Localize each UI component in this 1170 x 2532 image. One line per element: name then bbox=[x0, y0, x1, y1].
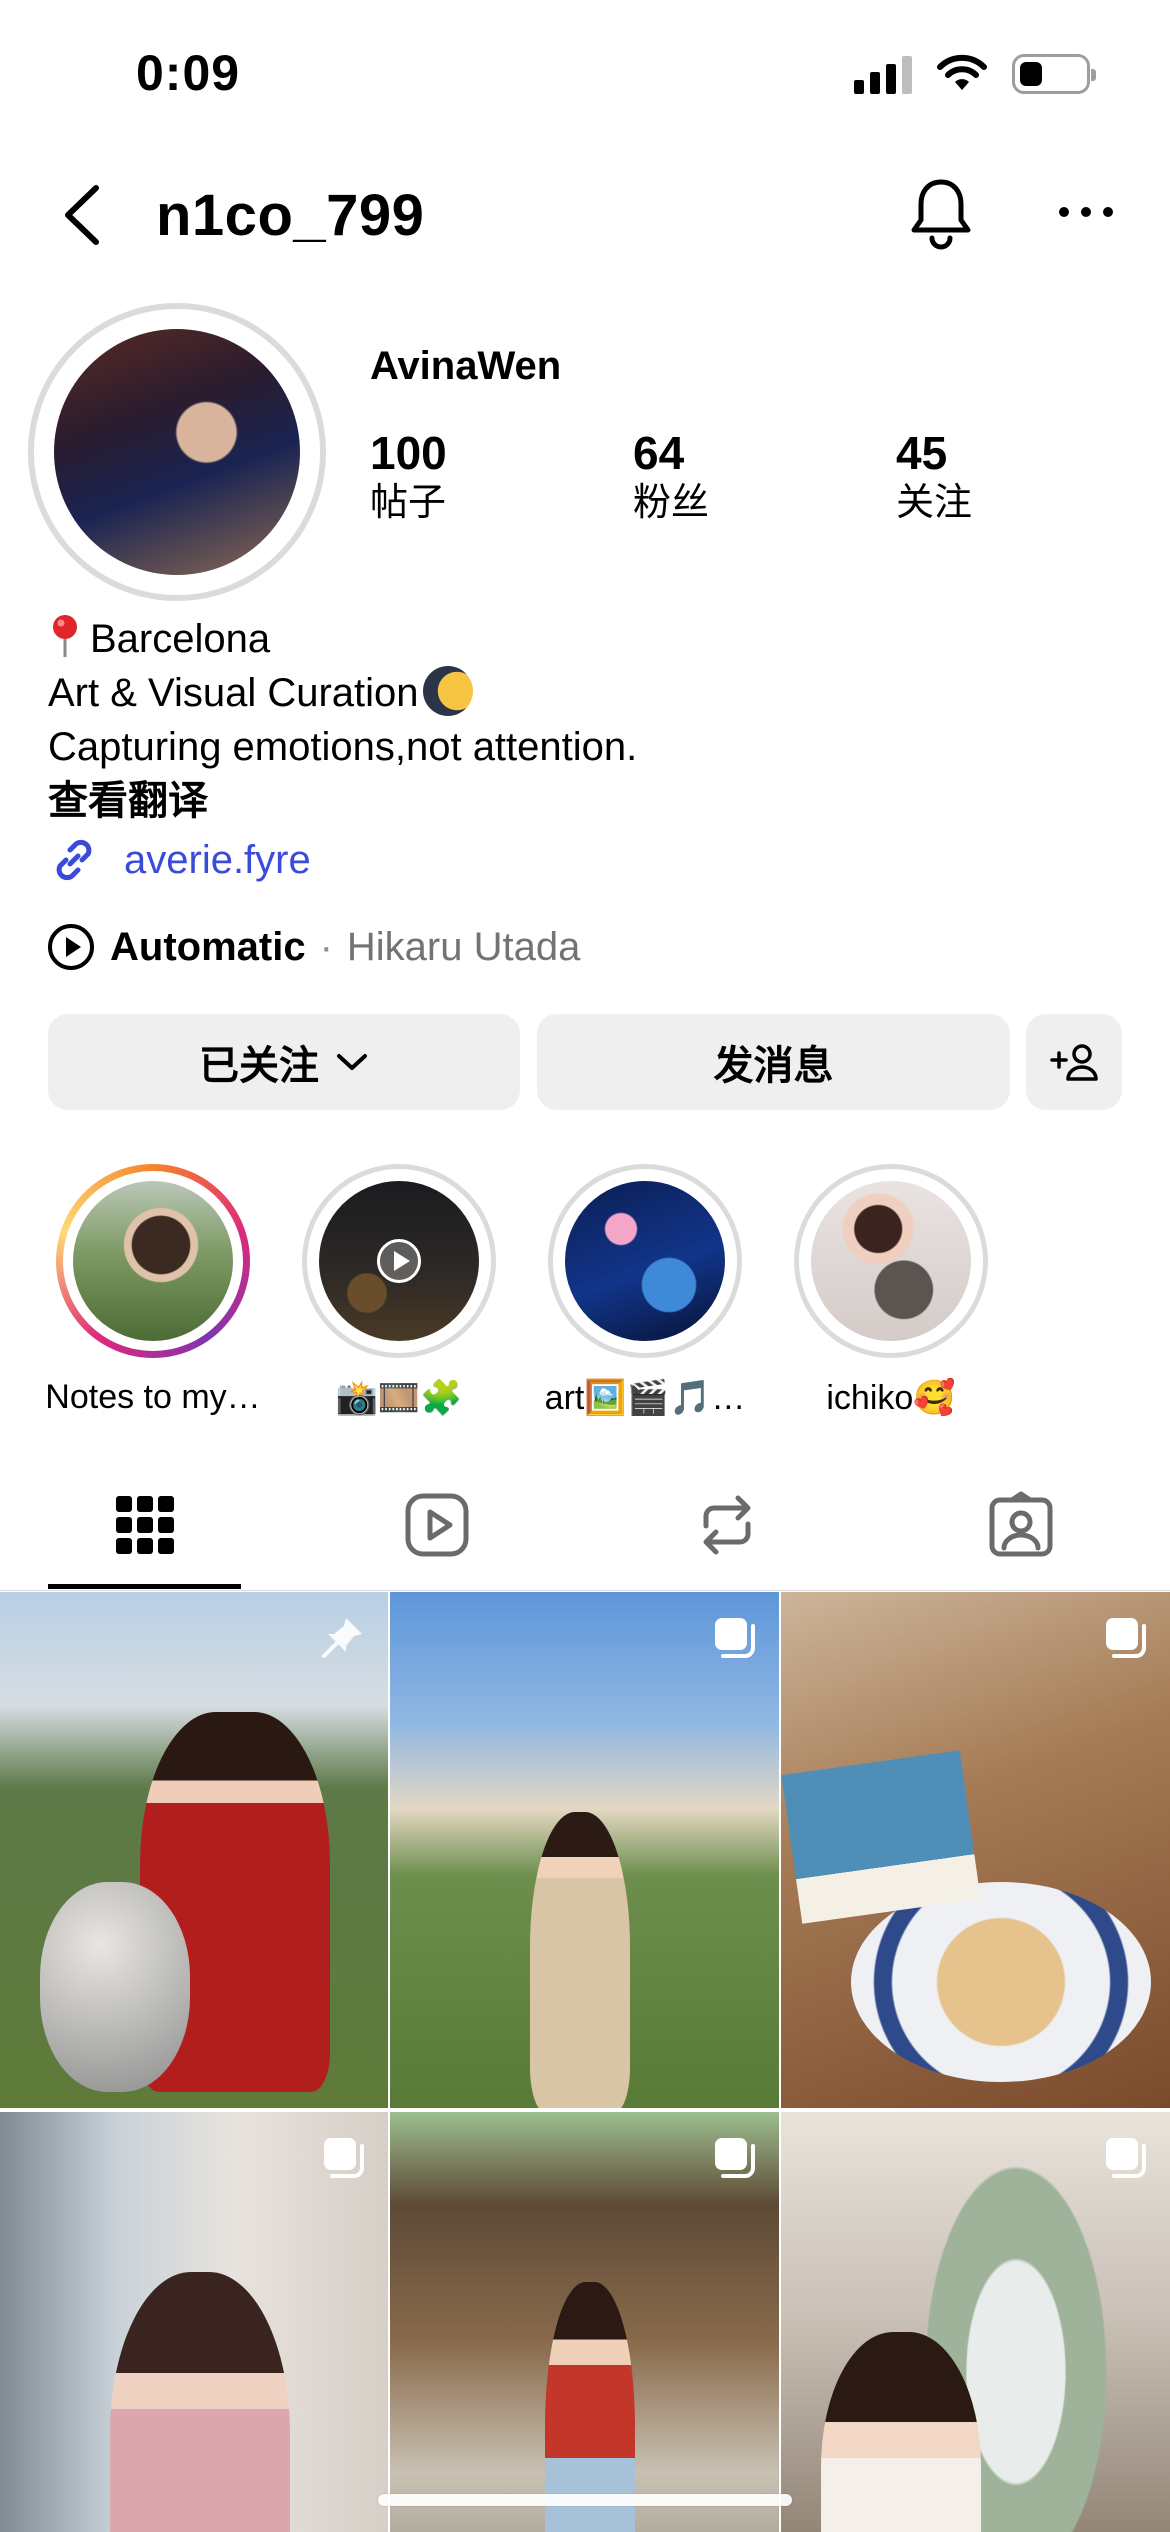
highlight-label: Notes to my… bbox=[45, 1378, 261, 1416]
highlight-item[interactable]: Notes to my… bbox=[30, 1164, 276, 1417]
play-circle-icon bbox=[48, 924, 94, 970]
highlight-cover bbox=[811, 1181, 971, 1341]
following-button[interactable]: 已关注 bbox=[48, 1014, 520, 1110]
repost-icon bbox=[703, 1495, 750, 1555]
wifi-icon bbox=[937, 54, 987, 90]
bio-line: Art & Visual Curation bbox=[48, 666, 637, 720]
profile-bio: Barcelona Art & Visual Curation Capturin… bbox=[48, 612, 637, 828]
profile-music[interactable]: Automatic · Hikaru Utada bbox=[46, 922, 580, 972]
posts-grid bbox=[0, 1592, 1170, 2532]
carousel-icon bbox=[1106, 2138, 1146, 2178]
cellular-signal-icon bbox=[854, 54, 912, 94]
stat-posts[interactable]: 100 帖子 bbox=[370, 428, 633, 528]
username-title: n1co_799 bbox=[156, 183, 425, 248]
highlight-ring bbox=[302, 1164, 496, 1358]
see-translation-link[interactable]: 查看翻译 bbox=[48, 774, 637, 828]
avatar-image bbox=[54, 329, 300, 575]
stat-label: 粉丝 bbox=[633, 481, 710, 524]
display-name: AvinaWen bbox=[370, 344, 562, 388]
pin-icon bbox=[322, 1618, 362, 1658]
profile-header: n1co_799 bbox=[0, 160, 1170, 270]
carousel-icon bbox=[715, 2138, 755, 2178]
crescent-moon-icon bbox=[422, 666, 473, 716]
post-thumbnail[interactable] bbox=[390, 2112, 779, 2532]
stat-value: 100 bbox=[370, 427, 447, 479]
post-thumbnail[interactable] bbox=[781, 2112, 1170, 2532]
play-icon bbox=[377, 1239, 421, 1283]
reels-icon bbox=[405, 1493, 468, 1557]
link-text[interactable]: averie.fyre bbox=[124, 838, 311, 883]
highlight-label: art🖼️🎬🎵… bbox=[544, 1379, 746, 1417]
bio-location: Barcelona bbox=[90, 617, 271, 661]
carousel-icon bbox=[324, 2138, 364, 2178]
highlight-cover bbox=[73, 1181, 233, 1341]
highlight-ring bbox=[794, 1164, 988, 1358]
bell-icon[interactable] bbox=[908, 176, 974, 250]
status-bar: 0:09 bbox=[0, 0, 1170, 150]
post-thumbnail[interactable] bbox=[781, 1592, 1170, 2108]
profile-link[interactable]: averie.fyre bbox=[48, 834, 311, 886]
grid-icon bbox=[115, 1496, 174, 1554]
home-indicator[interactable] bbox=[378, 2494, 792, 2506]
bio-line: Capturing emotions,not attention. bbox=[48, 725, 638, 769]
profile-tabs bbox=[0, 1460, 1170, 1590]
more-options-icon[interactable] bbox=[1056, 200, 1116, 224]
back-icon[interactable] bbox=[58, 182, 108, 248]
battery-icon bbox=[1012, 54, 1096, 94]
post-thumbnail[interactable] bbox=[390, 1592, 779, 2108]
highlight-label: ichiko🥰 bbox=[826, 1379, 956, 1417]
add-user-icon bbox=[1050, 1044, 1098, 1081]
highlight-item[interactable]: ichiko🥰 bbox=[768, 1164, 1014, 1418]
music-separator: · bbox=[319, 924, 333, 969]
bio-text: Art & Visual Curation bbox=[48, 671, 419, 715]
link-icon bbox=[56, 839, 92, 881]
highlight-item[interactable]: art🖼️🎬🎵… bbox=[522, 1164, 768, 1418]
highlight-label: 📸🎞️🧩 bbox=[335, 1379, 463, 1417]
bio-location-line: Barcelona bbox=[48, 612, 637, 666]
stat-value: 64 bbox=[633, 427, 685, 479]
stat-following[interactable]: 45 关注 bbox=[896, 428, 1159, 528]
highlight-cover bbox=[319, 1181, 479, 1341]
profile-avatar[interactable] bbox=[28, 303, 326, 601]
music-title: Automatic bbox=[110, 924, 306, 969]
post-thumbnail[interactable] bbox=[0, 2112, 388, 2532]
message-label: 发消息 bbox=[713, 1044, 834, 1088]
highlight-cover bbox=[565, 1181, 725, 1341]
carousel-icon bbox=[715, 1618, 755, 1658]
tab-reposts[interactable] bbox=[630, 1460, 823, 1590]
chevron-down-icon bbox=[337, 1054, 367, 1070]
suggested-users-button[interactable] bbox=[1026, 1014, 1122, 1110]
message-button[interactable]: 发消息 bbox=[537, 1014, 1010, 1110]
music-artist: Hikaru Utada bbox=[346, 924, 581, 969]
stat-followers[interactable]: 64 粉丝 bbox=[633, 428, 896, 528]
stat-value: 45 bbox=[896, 427, 948, 479]
story-highlights: Notes to my… 📸🎞️🧩 art🖼️🎬🎵… ichiko🥰 bbox=[0, 1164, 1170, 1424]
highlight-item[interactable]: 📸🎞️🧩 bbox=[276, 1164, 522, 1418]
round-pushpin-icon bbox=[53, 615, 77, 657]
tab-posts-grid[interactable] bbox=[48, 1460, 241, 1590]
tab-divider bbox=[0, 1590, 1170, 1591]
status-time: 0:09 bbox=[136, 45, 241, 101]
stat-label: 关注 bbox=[896, 481, 973, 524]
highlight-ring bbox=[56, 1164, 250, 1358]
profile-stats: 100 帖子 64 粉丝 45 关注 bbox=[370, 428, 1159, 528]
tagged-icon bbox=[989, 1491, 1052, 1557]
following-label: 已关注 bbox=[199, 1044, 319, 1088]
stat-label: 帖子 bbox=[370, 481, 447, 524]
active-tab-indicator bbox=[48, 1584, 241, 1589]
status-icons bbox=[854, 54, 1096, 94]
tab-reels[interactable] bbox=[340, 1460, 533, 1590]
carousel-icon bbox=[1106, 1618, 1146, 1658]
tab-tagged[interactable] bbox=[924, 1460, 1117, 1590]
highlight-ring bbox=[548, 1164, 742, 1358]
post-thumbnail[interactable] bbox=[0, 1592, 388, 2108]
